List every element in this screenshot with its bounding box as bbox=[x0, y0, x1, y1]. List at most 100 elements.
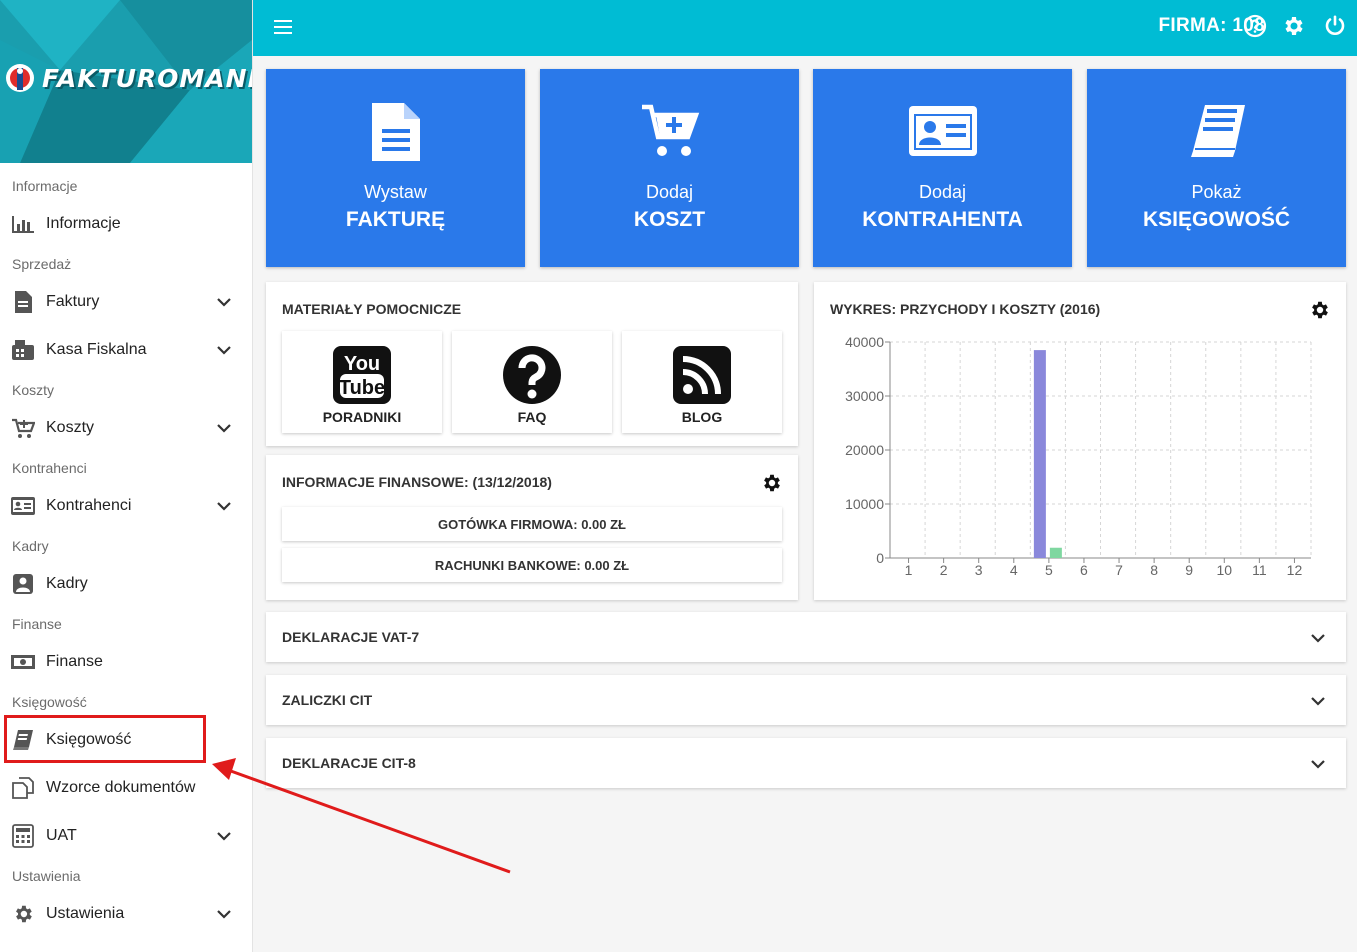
youtube-icon: You Tube bbox=[333, 346, 391, 404]
cart-icon bbox=[10, 415, 36, 441]
materials-card: MATERIAŁY POMOCNICZE You Tube PORADNIKI … bbox=[266, 282, 798, 446]
sidebar-item-label: Faktury bbox=[46, 293, 100, 310]
chevron-down-icon bbox=[217, 346, 231, 355]
accordion-title: ZALICZKI CIT bbox=[282, 692, 373, 708]
x-tick-label: 7 bbox=[1115, 562, 1123, 578]
power-icon[interactable] bbox=[1323, 14, 1347, 38]
x-tick-label: 4 bbox=[1010, 562, 1018, 578]
y-tick-label: 40000 bbox=[845, 334, 884, 350]
brand-logo[interactable]: FAKTUROMANIA bbox=[4, 62, 252, 94]
section-kadry: Kadry bbox=[12, 538, 49, 554]
tile-line2: KOSZT bbox=[633, 208, 706, 231]
sidebar-item-wzorce-dokumentow[interactable]: Wzorce dokumentów bbox=[0, 768, 252, 808]
tile-dodaj-koszt[interactable]: Dodaj KOSZT bbox=[540, 69, 799, 267]
calculator-icon bbox=[10, 823, 36, 849]
sidebar-item-finanse[interactable]: Finanse bbox=[0, 642, 252, 682]
sidebar: FAKTUROMANIA Informacje Informacje Sprze… bbox=[0, 0, 253, 952]
accordion-title: DEKLARACJE CIT-8 bbox=[282, 755, 416, 771]
sidebar-item-label: UAT bbox=[46, 827, 77, 844]
accordion-deklaracje-vat7[interactable]: DEKLARACJE VAT-7 bbox=[266, 612, 1346, 662]
cart-add-icon bbox=[641, 104, 699, 156]
tile-line1: Pokaż bbox=[1191, 182, 1242, 202]
tile-line1: Dodaj bbox=[645, 182, 694, 202]
sidebar-item-label: Ustawienia bbox=[46, 905, 125, 922]
section-informacje: Informacje bbox=[12, 178, 78, 194]
x-tick-label: 5 bbox=[1045, 562, 1053, 578]
question-icon bbox=[503, 346, 561, 404]
chevron-down-icon bbox=[217, 832, 231, 841]
top-bar: FIRMA: 108 bbox=[253, 0, 1357, 56]
help-icon[interactable] bbox=[1243, 14, 1267, 38]
section-finanse: Finanse bbox=[12, 616, 62, 632]
resource-poradniki[interactable]: You Tube PORADNIKI bbox=[282, 331, 442, 433]
gear-icon bbox=[10, 901, 36, 927]
money-icon bbox=[10, 649, 36, 675]
sidebar-item-faktury[interactable]: Faktury bbox=[0, 282, 252, 322]
tile-dodaj-kontrahenta[interactable]: Dodaj KONTRAHENTA bbox=[813, 69, 1072, 267]
sidebar-item-ustawienia[interactable]: Ustawienia bbox=[0, 894, 252, 934]
resource-label: PORADNIKI bbox=[322, 409, 402, 425]
tile-line2: FAKTURĘ bbox=[345, 208, 446, 231]
tile-pokaz-ksiegowosc[interactable]: Pokaż KSIĘGOWOŚĆ bbox=[1087, 69, 1346, 267]
bar-chart-icon bbox=[10, 211, 36, 237]
sidebar-item-koszty[interactable]: Koszty bbox=[0, 408, 252, 448]
gear-icon[interactable] bbox=[761, 472, 783, 494]
sidebar-item-label: Informacje bbox=[46, 215, 121, 232]
sidebar-item-uat[interactable]: UAT bbox=[0, 816, 252, 856]
y-tick-label: 20000 bbox=[845, 442, 884, 458]
gear-icon[interactable] bbox=[1282, 14, 1306, 38]
hamburger-menu-icon[interactable] bbox=[273, 17, 293, 37]
section-ustawienia: Ustawienia bbox=[12, 868, 81, 884]
tile-line2: KSIĘGOWOŚĆ bbox=[1142, 208, 1290, 231]
section-kontrahenci: Kontrahenci bbox=[12, 460, 87, 476]
finance-card: INFORMACJE FINANSOWE: (13/12/2018) GOTÓW… bbox=[266, 455, 798, 600]
id-card-icon bbox=[10, 493, 36, 519]
sidebar-item-informacje[interactable]: Informacje bbox=[0, 204, 252, 244]
cash-balance-button[interactable]: GOTÓWKA FIRMOWA: 0.00 ZŁ bbox=[282, 507, 782, 541]
chevron-down-icon bbox=[217, 502, 231, 511]
x-tick-label: 1 bbox=[905, 562, 913, 578]
document-icon bbox=[371, 103, 420, 161]
logo-icon bbox=[6, 64, 34, 92]
income-cost-chart: 4000030000200001000001 2 3 4 5 6 7 8 9 10 11 12 bbox=[845, 334, 1312, 578]
sidebar-item-kontrahenci[interactable]: Kontrahenci bbox=[0, 486, 252, 526]
section-koszty: Koszty bbox=[12, 382, 55, 398]
accordion-title: DEKLARACJE VAT-7 bbox=[282, 629, 420, 645]
youtube-bottom-text: Tube bbox=[339, 377, 385, 399]
accordion-zaliczki-cit[interactable]: ZALICZKI CIT bbox=[266, 675, 1346, 725]
brand-name: FAKTUROMANIA bbox=[42, 63, 252, 93]
document-icon bbox=[10, 289, 36, 315]
tile-line1: Wystaw bbox=[364, 182, 427, 202]
chart-card: WYKRES: PRZYCHODY I KOSZTY (2016) 40000 3… bbox=[814, 282, 1346, 600]
resource-label: BLOG bbox=[681, 409, 723, 425]
id-card-icon bbox=[908, 106, 977, 156]
accordion-deklaracje-cit8[interactable]: DEKLARACJE CIT-8 bbox=[266, 738, 1346, 788]
resource-label: FAQ bbox=[517, 409, 547, 425]
card-title: MATERIAŁY POMOCNICZE bbox=[282, 301, 462, 317]
sidebar-item-label: Wzorce dokumentów bbox=[46, 779, 196, 796]
x-tick-label: 8 bbox=[1150, 562, 1158, 578]
bank-balance-button[interactable]: RACHUNKI BANKOWE: 0.00 ZŁ bbox=[282, 548, 782, 582]
x-tick-label: 3 bbox=[975, 562, 983, 578]
sidebar-item-label: Kasa Fiskalna bbox=[46, 341, 147, 358]
bar-series-1 bbox=[1033, 350, 1046, 558]
tile-line1: Dodaj bbox=[918, 182, 967, 202]
chevron-down-icon bbox=[1311, 634, 1325, 643]
sidebar-item-label: Finanse bbox=[46, 653, 103, 670]
brand-header: FAKTUROMANIA bbox=[0, 0, 252, 163]
highlight-box bbox=[4, 715, 206, 763]
sidebar-item-kasa-fiskalna[interactable]: Kasa Fiskalna bbox=[0, 330, 252, 370]
resource-blog[interactable]: BLOG bbox=[622, 331, 782, 433]
y-tick-label: 10000 bbox=[845, 496, 884, 512]
sidebar-item-label: Kontrahenci bbox=[46, 497, 132, 514]
sidebar-item-label: Kadry bbox=[46, 575, 88, 592]
tile-line2: KONTRAHENTA bbox=[862, 208, 1023, 231]
sidebar-item-kadry[interactable]: Kadry bbox=[0, 564, 252, 604]
tile-wystaw-fakture[interactable]: Wystaw FAKTURĘ bbox=[266, 69, 525, 267]
y-tick-label: 0 bbox=[876, 550, 884, 566]
youtube-top-text: You bbox=[344, 353, 380, 375]
rss-icon bbox=[673, 346, 731, 404]
resource-faq[interactable]: FAQ bbox=[452, 331, 612, 433]
section-ksiegowosc: Księgowość bbox=[12, 694, 87, 710]
x-tick-label: 11 bbox=[1252, 562, 1267, 578]
